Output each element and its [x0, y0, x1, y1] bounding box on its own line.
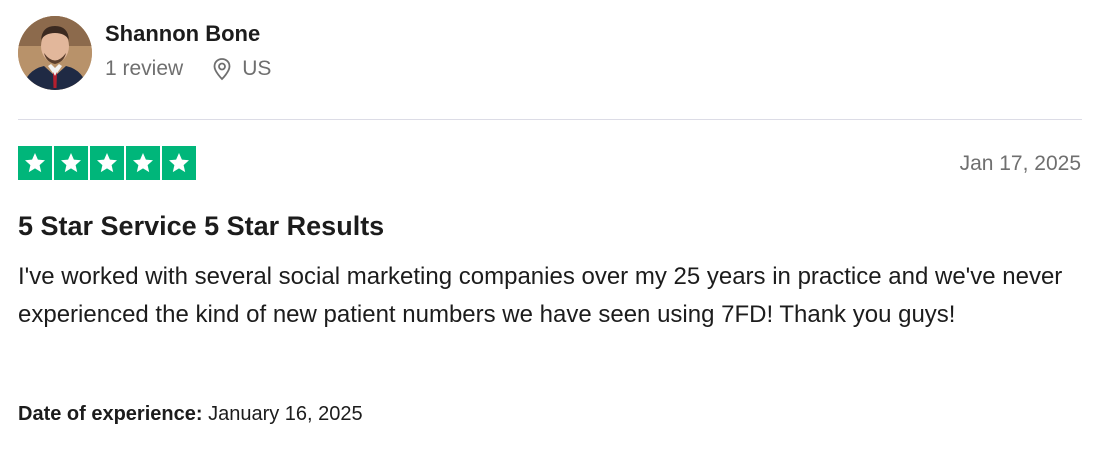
review-date: Jan 17, 2025 — [959, 152, 1081, 175]
star-icon — [61, 153, 81, 173]
reviewer-header: Shannon Bone 1 review US — [18, 16, 271, 90]
experience-date: January 16, 2025 — [208, 403, 363, 425]
star-box — [18, 146, 52, 180]
star-box — [126, 146, 160, 180]
divider — [18, 119, 1082, 120]
location-text: US — [242, 57, 272, 80]
star-box — [90, 146, 124, 180]
reviewer-name[interactable]: Shannon Bone — [105, 20, 271, 48]
review-title[interactable]: 5 Star Service 5 Star Results — [18, 208, 384, 244]
star-icon — [25, 153, 45, 173]
experience-label: Date of experience: — [18, 403, 203, 425]
star-box — [162, 146, 196, 180]
star-icon — [97, 153, 117, 173]
reviewer-meta: 1 review US — [105, 56, 271, 82]
review-body: I've worked with several social marketin… — [18, 263, 1063, 328]
star-icon — [133, 153, 153, 173]
star-box — [54, 146, 88, 180]
reviewer-location: US — [211, 56, 271, 82]
reviewer-info: Shannon Bone 1 review US — [105, 16, 271, 82]
star-icon — [169, 153, 189, 173]
star-rating — [18, 146, 198, 180]
review-count: 1 review — [105, 57, 184, 80]
reviewer-photo-icon — [18, 16, 92, 90]
date-of-experience: Date of experience: January 16, 2025 — [18, 400, 363, 428]
avatar[interactable] — [18, 16, 92, 90]
location-pin-icon — [213, 58, 231, 81]
